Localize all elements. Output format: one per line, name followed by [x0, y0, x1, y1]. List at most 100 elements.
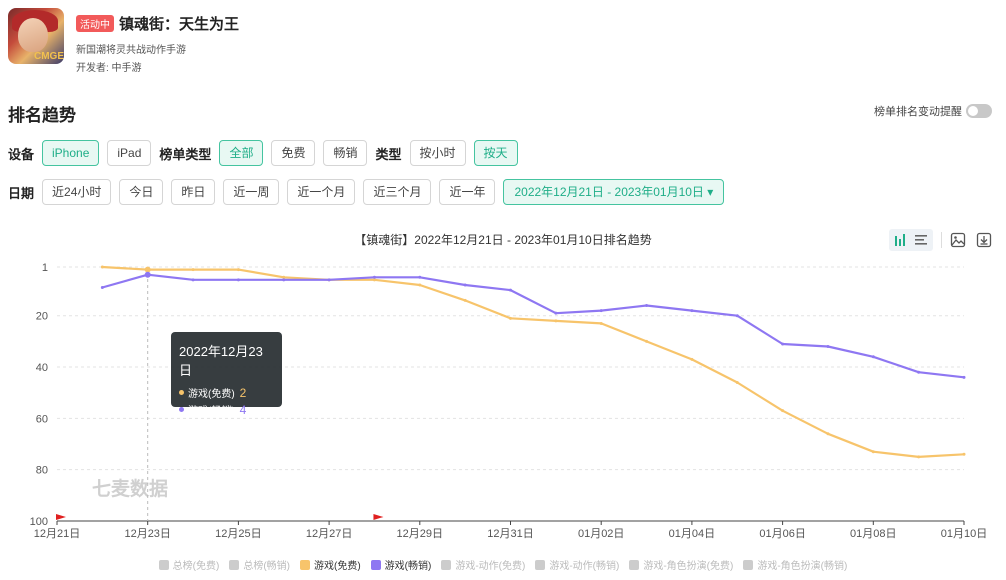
- data-point: [645, 339, 649, 343]
- date-year-button[interactable]: 近一年: [439, 179, 496, 205]
- legend-item[interactable]: 游戏(免费): [300, 557, 361, 572]
- data-point: [191, 278, 195, 282]
- legend-item[interactable]: 游戏-动作(免费): [441, 557, 525, 572]
- data-point: [282, 278, 286, 282]
- x-tick-label: 01月04日: [669, 528, 715, 540]
- data-point: [917, 455, 921, 459]
- tooltip-label-grossing: 游戏(畅销): [188, 406, 235, 417]
- date-today-button[interactable]: 今日: [119, 179, 164, 205]
- toggle-knob: [968, 106, 978, 116]
- x-tick-label: 12月25日: [215, 528, 261, 540]
- type-hourly-button[interactable]: 按小时: [409, 140, 466, 166]
- legend-swatch: [370, 559, 381, 570]
- x-tick-label: 01月10日: [941, 528, 987, 540]
- device-iphone-button[interactable]: iPhone: [42, 140, 100, 166]
- data-point: [735, 314, 739, 318]
- date-week-button[interactable]: 近一周: [223, 179, 280, 205]
- legend-swatch: [743, 559, 754, 570]
- watermark: 七麦数据: [92, 477, 168, 500]
- chart-tooltip: 2022年12月23日 游戏(免费) 2 游戏(畅销) 4: [171, 332, 282, 417]
- app-developer: 开发者: 中手游: [76, 63, 142, 74]
- y-tick-label: 20: [36, 311, 48, 323]
- y-tick-label: 100: [30, 516, 48, 528]
- data-point: [236, 278, 240, 282]
- tooltip-row-grossing: 游戏(畅销) 4: [179, 402, 274, 417]
- tooltip-dot-grossing: [179, 407, 184, 412]
- date-range-picker[interactable]: 2022年12月21日 - 2023年01月10日 ▾: [503, 179, 725, 205]
- data-point: [645, 303, 649, 307]
- legend-label: 游戏(畅销): [384, 561, 432, 572]
- data-point: [962, 375, 966, 379]
- x-tick-label: 12月27日: [306, 528, 352, 540]
- date-yesterday-button[interactable]: 昨日: [171, 179, 216, 205]
- data-point: [554, 311, 558, 315]
- legend-item[interactable]: 游戏(畅销): [370, 557, 432, 572]
- date-3month-button[interactable]: 近三个月: [363, 179, 432, 205]
- legend-item[interactable]: 游戏-角色扮演(免费): [629, 557, 733, 572]
- device-ipad-button[interactable]: iPad: [107, 140, 152, 166]
- data-point: [690, 309, 694, 313]
- data-point: [509, 288, 512, 292]
- legend-swatch: [158, 559, 169, 570]
- list-type-all-button[interactable]: 全部: [219, 140, 264, 166]
- chart-view-toggle: [889, 229, 933, 251]
- data-point: [282, 275, 286, 279]
- type-daily-button[interactable]: 按天: [473, 140, 518, 166]
- data-point: [599, 309, 603, 313]
- app-icon-brand: CMGE: [34, 51, 64, 62]
- chart-legend: 总榜(免费) 总榜(畅销) 游戏(免费) 游戏(畅销) 游戏-动作(免费) 游戏-动作(畅…: [0, 557, 1006, 572]
- legend-item[interactable]: 游戏-角色扮演(畅销): [743, 557, 847, 572]
- data-point: [372, 275, 376, 279]
- rank-alert-toggle[interactable]: [966, 104, 992, 118]
- data-point: [599, 321, 603, 325]
- bar-chart-icon[interactable]: [891, 230, 911, 250]
- filter-row-device: 设备 iPhone iPad 榜单类型 全部 免费 畅销 类型 按小时 按天: [8, 140, 526, 166]
- chart-title: 【镇魂街】2022年12月21日 - 2023年01月10日排名趋势: [354, 233, 652, 247]
- legend-swatch: [629, 559, 640, 570]
- legend-label: 游戏-动作(免费): [455, 561, 526, 572]
- legend-item[interactable]: 总榜(免费): [158, 557, 220, 572]
- data-point: [418, 283, 422, 287]
- x-tick-label: 12月21日: [34, 528, 80, 540]
- legend-label: 总榜(免费): [172, 561, 220, 572]
- data-point: [144, 271, 151, 278]
- data-point: [463, 283, 467, 287]
- app-info: 活动中 镇魂街：天生为王 新国潮将灵共战动作手游 开发者: 中手游: [76, 8, 239, 74]
- download-icon[interactable]: [974, 230, 994, 250]
- date-24h-button[interactable]: 近24小时: [42, 179, 112, 205]
- tooltip-value-free: 2: [239, 385, 247, 400]
- legend-swatch: [229, 559, 240, 570]
- y-tick-label: 60: [36, 413, 48, 425]
- data-point: [100, 286, 104, 290]
- filter-row-date: 日期 近24小时 今日 昨日 近一周 近一个月 近三个月 近一年 2022年12…: [8, 179, 725, 205]
- data-point: [781, 342, 785, 346]
- chart-toolbar: [889, 229, 994, 251]
- x-tick-label: 12月23日: [124, 528, 170, 540]
- date-month-button[interactable]: 近一个月: [287, 179, 356, 205]
- list-type-grossing-button[interactable]: 畅销: [323, 140, 368, 166]
- legend-item[interactable]: 总榜(畅销): [229, 557, 290, 572]
- date-label: 日期: [8, 185, 35, 201]
- app-header: CMGE 活动中 镇魂街：天生为王 新国潮将灵共战动作手游 开发者: 中手游: [8, 8, 239, 74]
- image-export-icon[interactable]: [948, 230, 968, 250]
- app-icon[interactable]: CMGE: [8, 8, 64, 64]
- x-tick-label: 01月08日: [850, 528, 896, 540]
- tooltip-label-free: 游戏(免费): [188, 389, 235, 400]
- data-point: [191, 268, 195, 272]
- rank-alert-setting: 榜单排名变动提醒: [874, 103, 992, 119]
- data-point: [826, 345, 830, 349]
- tooltip-row-free: 游戏(免费) 2: [179, 385, 274, 400]
- list-icon[interactable]: [911, 230, 931, 250]
- app-title[interactable]: 镇魂街：天生为王: [119, 13, 239, 34]
- data-point: [917, 370, 921, 374]
- data-point: [781, 409, 785, 413]
- data-point: [372, 278, 376, 282]
- toolbar-divider: [941, 232, 942, 248]
- list-type-free-button[interactable]: 免费: [271, 140, 316, 166]
- app-icon-face: [18, 18, 48, 52]
- y-tick-label: 80: [36, 465, 48, 477]
- rank-trend-chart[interactable]: 1 20 40 60 80 10012月21日 12月23日 12月25日 12月27日 12月2…: [0, 250, 1006, 550]
- legend-swatch: [535, 559, 546, 570]
- legend-item[interactable]: 游戏-动作(畅销): [535, 557, 619, 572]
- data-point: [463, 298, 467, 302]
